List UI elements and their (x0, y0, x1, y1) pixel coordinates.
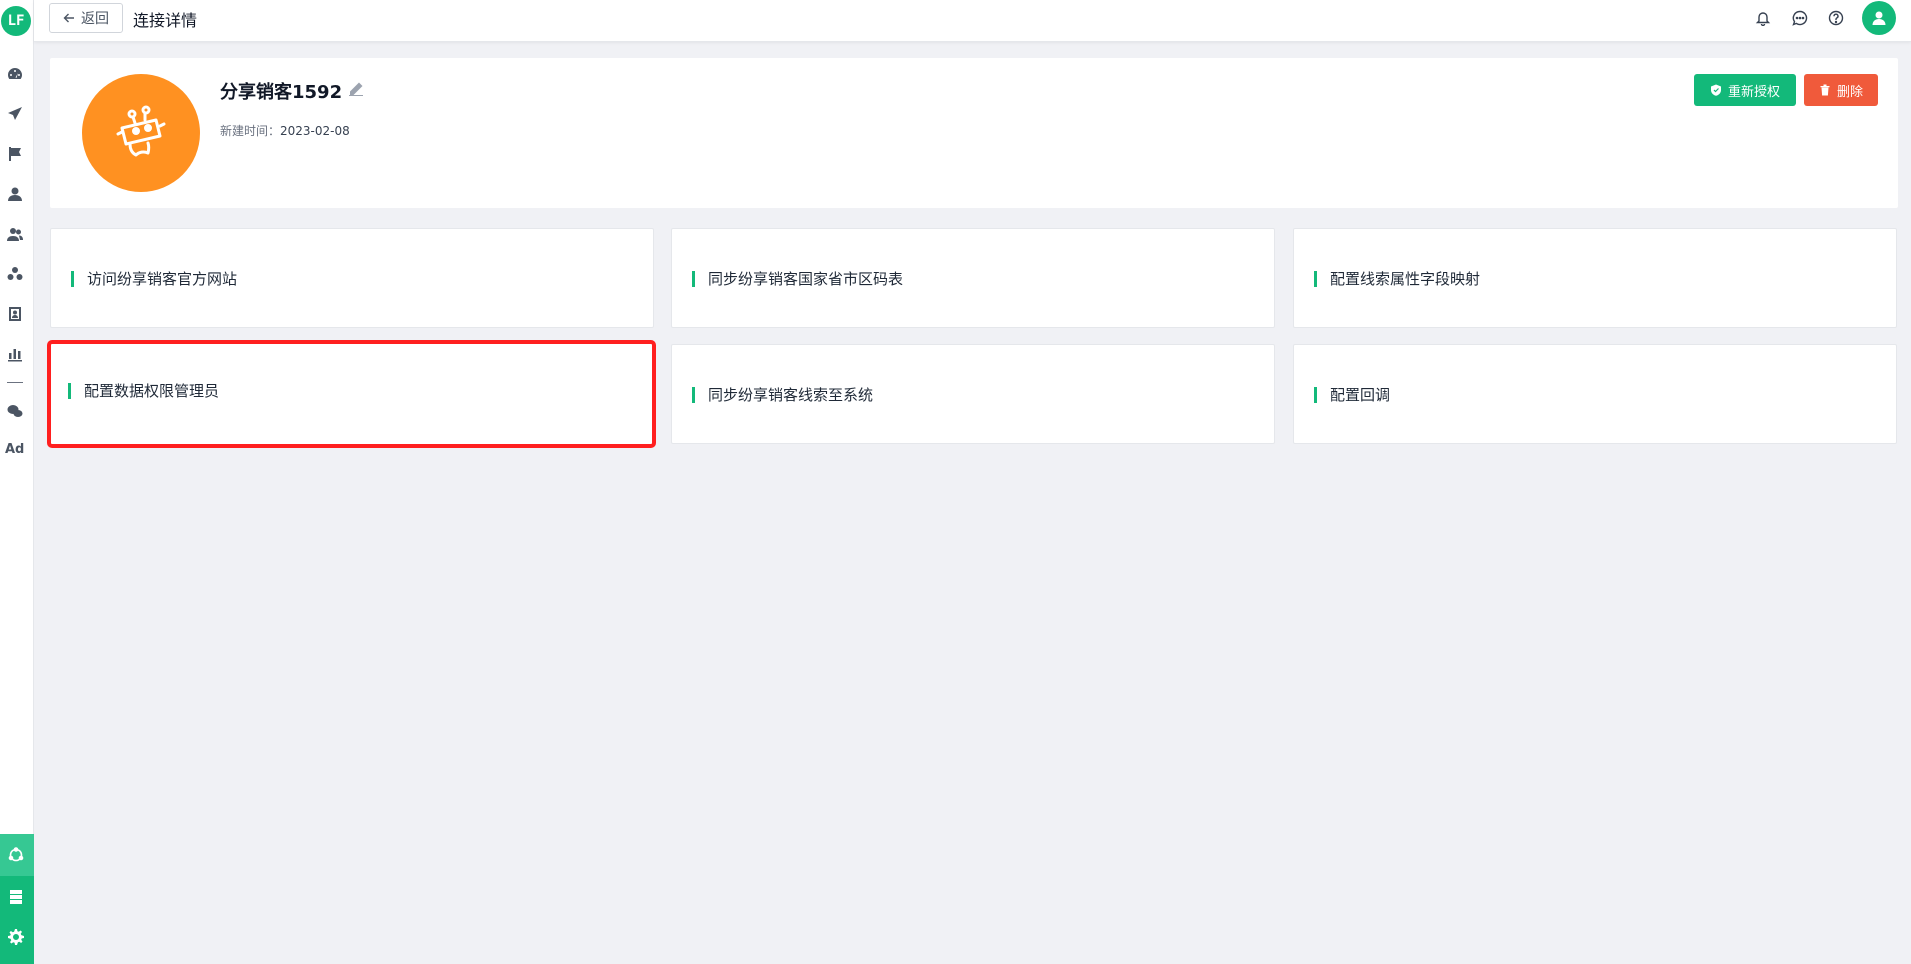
app-logo[interactable]: LF (1, 6, 31, 36)
server-icon[interactable] (6, 887, 26, 907)
card-label: 配置回调 (1330, 386, 1391, 404)
back-button[interactable]: 返回 (49, 3, 123, 33)
action-card-visit-website[interactable]: 访问纷享销客官方网站 (50, 228, 654, 328)
message-icon[interactable] (1791, 9, 1809, 27)
reauthorize-button[interactable]: 重新授权 (1694, 74, 1796, 106)
action-card-sync-leads[interactable]: 同步纷享销客线索至系统 (671, 344, 1275, 444)
sidebar-bottom-group (0, 834, 34, 964)
card-label: 访问纷享销客官方网站 (87, 270, 238, 288)
card-accent-bar (68, 383, 71, 399)
bar-chart-icon[interactable] (4, 343, 26, 365)
card-accent-bar (692, 387, 695, 403)
edit-icon[interactable] (348, 81, 364, 97)
card-accent-bar (71, 271, 74, 287)
top-bar: 返回 连接详情 (34, 0, 1911, 42)
page-title: 连接详情 (133, 11, 198, 30)
action-card-data-permission-admin[interactable]: 配置数据权限管理员 (47, 340, 656, 448)
card-accent-bar (1314, 387, 1317, 403)
flag-icon[interactable] (4, 143, 26, 165)
users-icon[interactable] (4, 223, 26, 245)
bell-icon[interactable] (1754, 9, 1772, 27)
connection-header-card: 分享销客1592 新建时间：2023-02-08 重新授权 删除 (50, 58, 1898, 208)
reauthorize-label: 重新授权 (1727, 84, 1780, 100)
delete-label: 删除 (1836, 84, 1863, 100)
integration-icon[interactable] (6, 845, 26, 865)
badge-icon[interactable] (4, 303, 26, 325)
sidebar: LF Ad (0, 0, 34, 964)
card-label: 配置数据权限管理员 (84, 382, 220, 400)
sidebar-divider (7, 382, 23, 383)
action-card-lead-field-mapping[interactable]: 配置线索属性字段映射 (1293, 228, 1897, 328)
gear-icon[interactable] (6, 927, 26, 947)
card-accent-bar (692, 271, 695, 287)
card-label: 同步纷享销客国家省市区码表 (708, 270, 904, 288)
action-card-callback-config[interactable]: 配置回调 (1293, 344, 1897, 444)
card-accent-bar (1314, 271, 1317, 287)
user-icon (1872, 11, 1886, 25)
action-card-sync-region-codes[interactable]: 同步纷享销客国家省市区码表 (671, 228, 1275, 328)
card-label: 同步纷享销客线索至系统 (708, 386, 874, 404)
created-value: 2023-02-08 (280, 124, 350, 138)
shield-icon (1710, 84, 1721, 96)
ad-label[interactable]: Ad (5, 442, 24, 457)
user-icon[interactable] (4, 183, 26, 205)
wechat-icon[interactable] (4, 400, 26, 422)
connection-avatar (82, 74, 200, 192)
group-icon[interactable] (4, 263, 26, 285)
trash-icon (1820, 84, 1830, 96)
robot-icon (116, 105, 166, 157)
card-label: 配置线索属性字段映射 (1330, 270, 1481, 288)
connection-name: 分享销客1592 (220, 82, 343, 103)
user-avatar[interactable] (1862, 1, 1896, 35)
delete-button[interactable]: 删除 (1804, 74, 1878, 106)
created-label: 新建时间： (220, 124, 281, 138)
created-time: 新建时间：2023-02-08 (220, 122, 350, 139)
back-button-label: 返回 (81, 11, 109, 27)
send-icon[interactable] (4, 103, 26, 125)
arrow-left-icon (63, 13, 74, 23)
dashboard-icon[interactable] (4, 63, 26, 85)
help-icon[interactable] (1827, 9, 1845, 27)
